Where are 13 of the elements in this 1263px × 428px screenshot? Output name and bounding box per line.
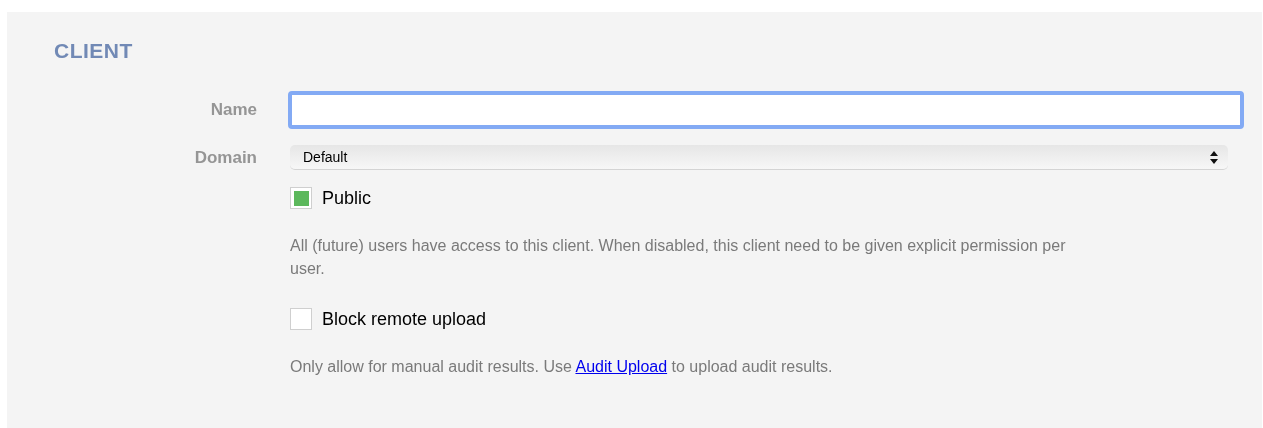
- help-text: Only allow for manual audit results. Use Audit Upload to upload audit results.: [290, 356, 834, 377]
- field-label: Name: [209, 99, 257, 122]
- updown-arrows-icon: [1210, 150, 1218, 164]
- name-field[interactable]: [288, 91, 1244, 129]
- help-text: All (future) users have access to this client. When disabled, this client need to be given explicit permission per user.: [290, 235, 1067, 279]
- section-title: CLIENT: [54, 40, 134, 61]
- field-label: Domain: [193, 147, 257, 169]
- checkbox[interactable]: [290, 308, 312, 330]
- checkbox[interactable]: [290, 187, 312, 209]
- domain-select[interactable]: Default: [290, 145, 1228, 171]
- checkbox-label: Block remote upload: [322, 307, 487, 331]
- checkbox-label: Public: [322, 186, 372, 210]
- audit-upload-link[interactable]: Audit Upload: [575, 357, 668, 375]
